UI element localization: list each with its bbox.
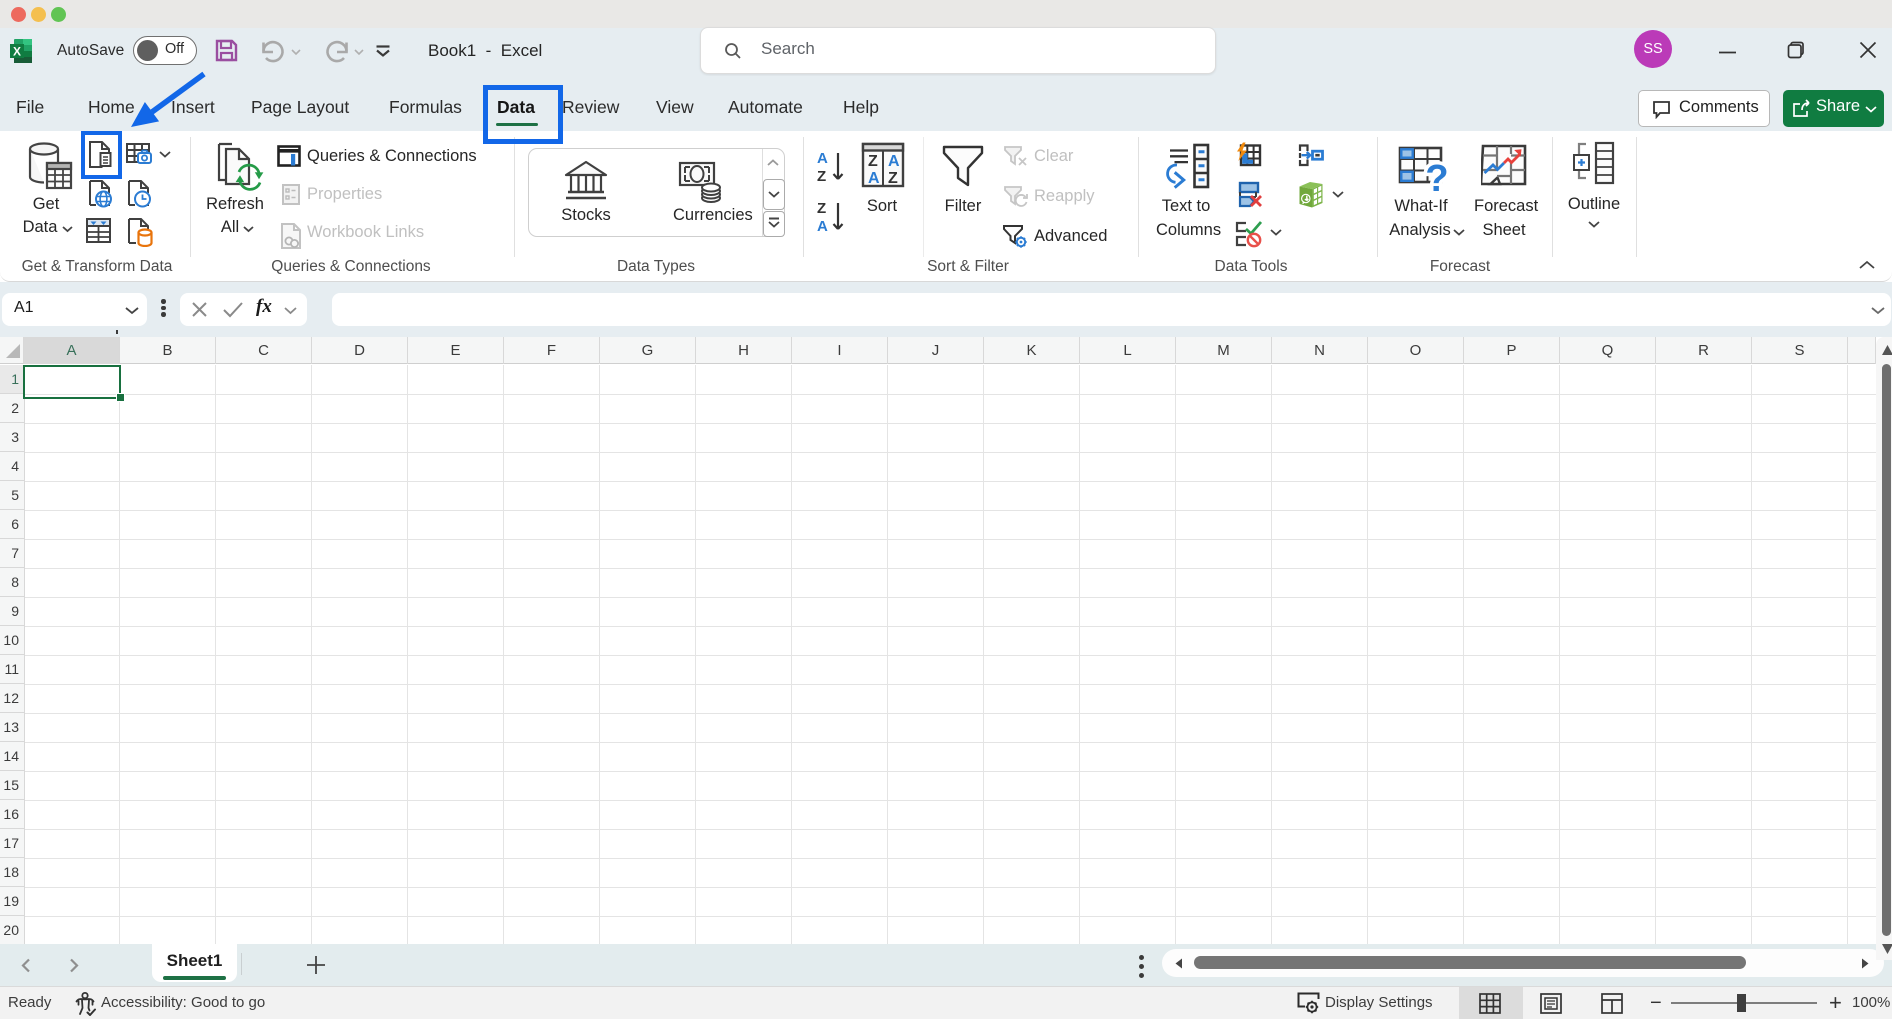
svg-text:A: A <box>817 150 828 167</box>
svg-text:Z: Z <box>868 153 878 170</box>
svg-text:X: X <box>13 45 21 59</box>
svg-text:A: A <box>868 170 880 187</box>
svg-text:Z: Z <box>817 200 826 217</box>
svg-text:Z: Z <box>888 170 898 187</box>
svg-text:?: ? <box>1425 158 1448 196</box>
svg-text:A: A <box>888 153 900 170</box>
svg-text:Z: Z <box>817 168 826 184</box>
svg-text:A: A <box>817 218 828 234</box>
